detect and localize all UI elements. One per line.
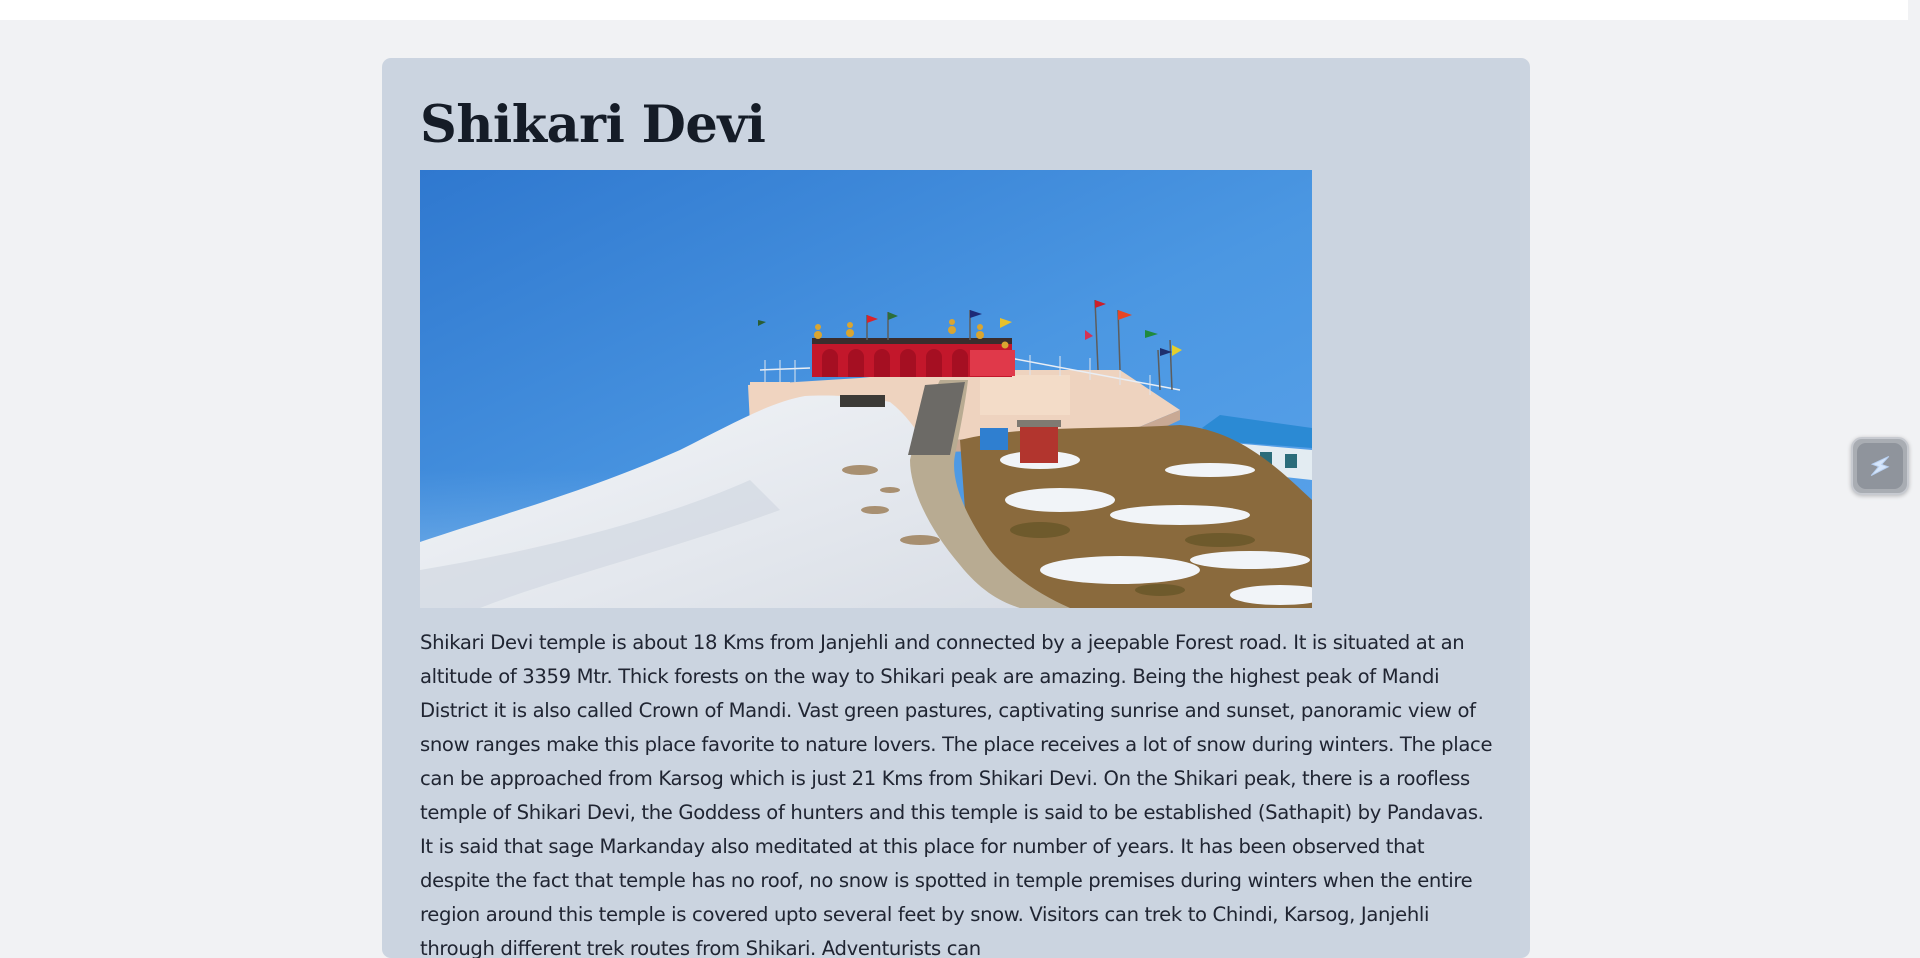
floating-action-button[interactable] [1851,437,1909,495]
lightning-icon [1870,455,1890,477]
content-card: Shikari Devi Shikari Devi temple is abou… [382,58,1530,958]
temple-photo-illustration [420,170,1312,608]
top-bar [0,0,1908,20]
page-description: Shikari Devi temple is about 18 Kms from… [420,631,1493,958]
page-title: Shikari Devi [420,95,766,155]
temple-photo [420,170,1312,608]
floating-action-button-inner [1857,443,1903,489]
